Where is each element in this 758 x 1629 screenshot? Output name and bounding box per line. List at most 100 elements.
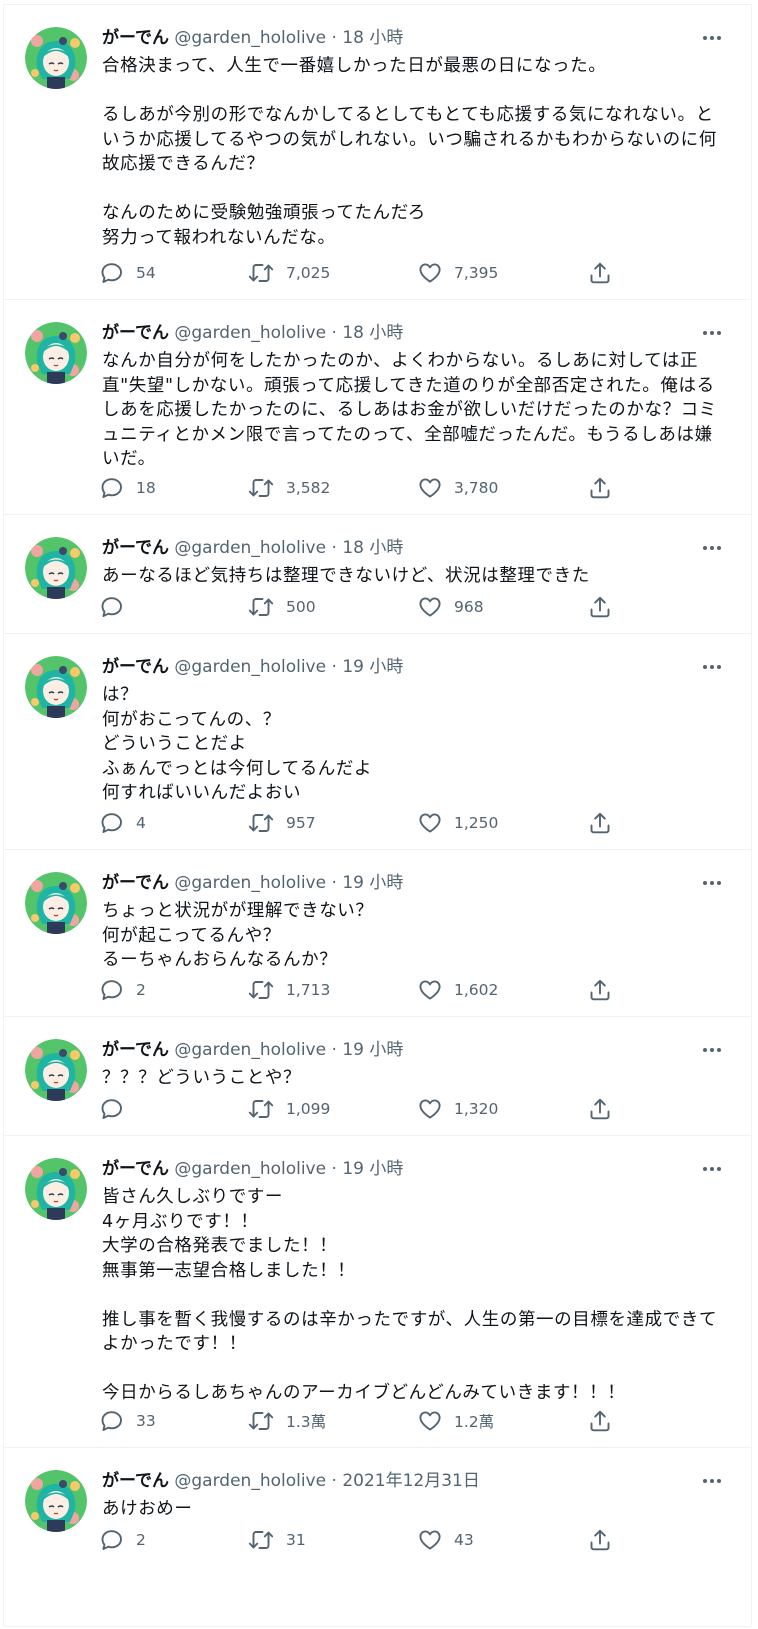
tweet[interactable]: がーでん @garden_hololive · 19 小時 皆さん久しぶりですー… (4, 1136, 751, 1448)
like-button[interactable]: 1,602 (418, 975, 498, 1005)
share-button[interactable] (588, 1525, 612, 1555)
timestamp[interactable]: 18 小時 (342, 538, 403, 558)
share-button[interactable] (588, 473, 612, 503)
share-icon (588, 811, 612, 835)
user-handle[interactable]: @garden_hololive (174, 28, 326, 48)
timestamp[interactable]: 19 小時 (342, 873, 403, 893)
user-handle[interactable]: @garden_hololive (174, 538, 326, 558)
avatar[interactable] (25, 1158, 87, 1220)
tweet[interactable]: がーでん @garden_hololive · 19 小時 は？ 何がおこってん… (4, 634, 751, 850)
retweet-button[interactable]: 31 (248, 1525, 306, 1555)
tweet[interactable]: がーでん @garden_hololive · 18 小時 なんか自分が何をした… (4, 300, 751, 515)
timestamp[interactable]: 19 小時 (342, 1159, 403, 1179)
tweet[interactable]: がーでん @garden_hololive · 18 小時 あーなるほど気持ちは… (4, 515, 751, 634)
reply-button[interactable]: 4 (100, 808, 146, 838)
tweet-text: ちょっと状況がが理解できない？ 何が起こってるんや？ るーちゃんおらんなるんか？ (102, 901, 374, 970)
like-button[interactable]: 1,320 (418, 1094, 498, 1124)
avatar[interactable] (25, 322, 87, 384)
share-button[interactable] (588, 1406, 612, 1436)
reply-icon (100, 261, 124, 285)
user-handle[interactable]: @garden_hololive (174, 323, 326, 343)
share-button[interactable] (588, 808, 612, 838)
retweet-icon (248, 261, 274, 285)
retweet-count: 1.3萬 (286, 1413, 327, 1431)
user-handle[interactable]: @garden_hololive (174, 1471, 326, 1491)
share-icon (588, 978, 612, 1002)
like-button[interactable]: 1.2萬 (418, 1406, 494, 1436)
avatar[interactable] (25, 872, 87, 934)
reply-icon (100, 811, 124, 835)
avatar[interactable] (25, 27, 87, 89)
reply-button[interactable]: 54 (100, 258, 156, 288)
timestamp[interactable]: 18 小時 (342, 28, 403, 48)
retweet-button[interactable]: 7,025 (248, 258, 330, 288)
user-handle[interactable]: @garden_hololive (174, 873, 326, 893)
user-handle[interactable]: @garden_hololive (174, 1159, 326, 1179)
avatar[interactable] (25, 656, 87, 718)
display-name[interactable]: がーでん (102, 323, 169, 343)
retweet-button[interactable]: 1,713 (248, 975, 330, 1005)
more-icon[interactable] (699, 1470, 725, 1492)
like-icon (418, 1097, 442, 1121)
separator-dot: · (331, 873, 337, 893)
tweet[interactable]: がーでん @garden_hololive · 19 小時 ちょっと状況がが理解… (4, 850, 751, 1017)
more-icon[interactable] (699, 1158, 725, 1180)
more-icon[interactable] (699, 872, 725, 894)
share-button[interactable] (588, 592, 612, 622)
retweet-button[interactable]: 1.3萬 (248, 1406, 326, 1436)
like-button[interactable]: 43 (418, 1525, 474, 1555)
more-icon[interactable] (699, 27, 725, 49)
display-name[interactable]: がーでん (102, 1159, 169, 1179)
retweet-count: 3,582 (286, 479, 331, 497)
reply-button[interactable]: 2 (100, 975, 146, 1005)
more-icon[interactable] (699, 1039, 725, 1061)
display-name[interactable]: がーでん (102, 1040, 169, 1060)
retweet-button[interactable]: 3,582 (248, 473, 330, 503)
like-icon (418, 1528, 442, 1552)
like-button[interactable]: 1,250 (418, 808, 498, 838)
more-icon[interactable] (699, 322, 725, 344)
timestamp[interactable]: 2021年12月31日 (342, 1471, 480, 1491)
tweet[interactable]: がーでん @garden_hololive · 19 小時 ？？？どういうことや… (4, 1017, 751, 1136)
display-name[interactable]: がーでん (102, 873, 169, 893)
tweet[interactable]: がーでん @garden_hololive · 2021年12月31日 あけおめ… (4, 1448, 751, 1627)
timestamp[interactable]: 18 小時 (342, 323, 403, 343)
display-name[interactable]: がーでん (102, 538, 169, 558)
separator-dot: · (331, 1159, 337, 1179)
like-button[interactable]: 7,395 (418, 258, 498, 288)
reply-button[interactable]: 2 (100, 1525, 146, 1555)
like-button[interactable]: 968 (418, 592, 484, 622)
reply-button[interactable]: 33 (100, 1406, 156, 1436)
more-icon[interactable] (699, 656, 725, 678)
like-button[interactable]: 3,780 (418, 473, 498, 503)
display-name[interactable]: がーでん (102, 28, 169, 48)
tweet-text: は？ 何がおこってんの、？ どういうことだよ ふぁんでっとは今何してるんだよ 何… (102, 685, 373, 803)
avatar[interactable] (25, 537, 87, 599)
tweet-actions: 18 3,582 3,780 (100, 473, 620, 503)
share-button[interactable] (588, 975, 612, 1005)
more-icon[interactable] (699, 537, 725, 559)
like-count: 7,395 (454, 264, 499, 282)
display-name[interactable]: がーでん (102, 1471, 169, 1491)
retweet-button[interactable]: 1,099 (248, 1094, 330, 1124)
reply-count: 4 (136, 814, 146, 832)
retweet-button[interactable]: 500 (248, 592, 316, 622)
avatar[interactable] (25, 1470, 87, 1532)
display-name[interactable]: がーでん (102, 657, 169, 677)
like-count: 1,602 (454, 981, 499, 999)
reply-button[interactable] (100, 1094, 136, 1124)
timestamp[interactable]: 19 小時 (342, 1040, 403, 1060)
reply-button[interactable]: 18 (100, 473, 156, 503)
like-count: 43 (454, 1531, 474, 1549)
retweet-button[interactable]: 957 (248, 808, 316, 838)
reply-button[interactable] (100, 592, 136, 622)
timestamp[interactable]: 19 小時 (342, 657, 403, 677)
avatar[interactable] (25, 1039, 87, 1101)
tweet[interactable]: がーでん @garden_hololive · 18 小時 合格決まって、人生で… (4, 5, 751, 300)
user-handle[interactable]: @garden_hololive (174, 657, 326, 677)
share-button[interactable] (588, 258, 612, 288)
user-handle[interactable]: @garden_hololive (174, 1040, 326, 1060)
reply-count: 2 (136, 1531, 146, 1549)
share-icon (588, 595, 612, 619)
share-button[interactable] (588, 1094, 612, 1124)
